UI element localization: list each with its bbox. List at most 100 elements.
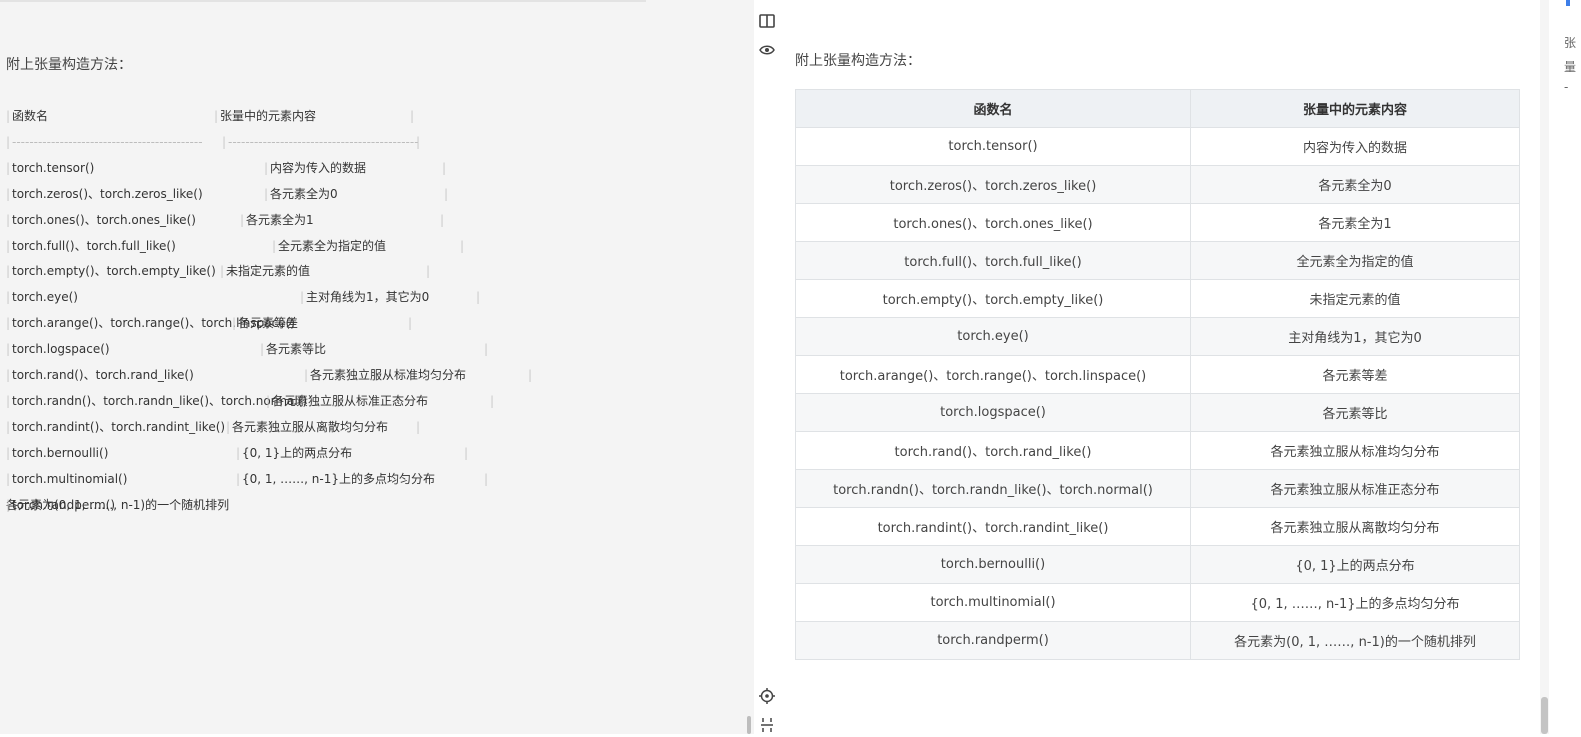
md-cell-function: torch.logspace() bbox=[12, 342, 110, 357]
split-view-icon[interactable] bbox=[758, 12, 776, 30]
md-pipe: | bbox=[232, 316, 237, 331]
md-cell-content: {0, 1}上的两点分布 bbox=[242, 445, 353, 460]
md-cell-content: 各元素独立服从标准正态分布 bbox=[272, 393, 429, 408]
md-row-line[interactable]: | torch.multinomial() | {0, 1, ……, n-1}上的多点… bbox=[6, 470, 746, 488]
md-pipe: | bbox=[426, 264, 431, 279]
md-cell-content: 主对角线为1，其它为0 bbox=[306, 290, 430, 305]
edge-text-1: 张 bbox=[1564, 36, 1577, 50]
md-cell-function: torch.full()、torch.full_like() bbox=[12, 238, 176, 253]
md-pipe: | bbox=[6, 316, 11, 331]
md-pipe: | bbox=[222, 134, 227, 149]
eye-icon[interactable] bbox=[758, 41, 776, 59]
md-pipe: | bbox=[476, 290, 481, 305]
md-pipe: | bbox=[6, 419, 11, 434]
table-row: torch.logspace() 各元素等比 bbox=[795, 393, 1520, 432]
cell-element-content: 各元素为(0, 1, ……, n-1)的一个随机排列 bbox=[1190, 621, 1520, 660]
cell-element-content: 各元素独立服从离散均匀分布 bbox=[1190, 507, 1520, 546]
md-pipe: | bbox=[236, 471, 241, 486]
cell-element-content: 各元素等比 bbox=[1190, 393, 1520, 432]
table-row: torch.full()、torch.full_like() 全元素全为指定的值 bbox=[795, 241, 1520, 280]
edge-text-3: - bbox=[1564, 80, 1569, 94]
md-pipe: | bbox=[220, 264, 225, 279]
md-cell-content: 全元素全为指定的值 bbox=[278, 238, 387, 253]
cell-function-name: torch.tensor() bbox=[795, 127, 1191, 166]
cell-element-content: {0, 1}上的两点分布 bbox=[1190, 545, 1520, 584]
md-row-line[interactable]: | torch.rand()、torch.rand_like() | 各元素独立服从标… bbox=[6, 366, 746, 384]
cell-function-name: torch.randint()、torch.randint_like() bbox=[795, 507, 1191, 546]
md-pipe: | bbox=[6, 186, 11, 201]
right-edge-strip: 张 量 - bbox=[1540, 0, 1581, 734]
md-pipe: | bbox=[6, 368, 11, 382]
cell-function-name: torch.full()、torch.full_like() bbox=[795, 241, 1191, 280]
md-row-line[interactable]: | torch.bernoulli() | {0, 1}上的两点分布 | bbox=[6, 444, 746, 462]
md-cell-content: 未指定元素的值 bbox=[226, 264, 311, 279]
md-row-line[interactable]: | torch.randn()、torch.randn_like()、torch.… bbox=[6, 392, 746, 410]
md-header-line[interactable]: | 函数名 | 张量中的元素内容 | bbox=[6, 107, 746, 125]
md-cell-content: ----------------------------------------… bbox=[228, 134, 419, 149]
cell-function-name: torch.eye() bbox=[795, 317, 1191, 356]
md-cell-content: 张量中的元素内容 bbox=[220, 109, 317, 123]
md-cell-content: 各元素等差 bbox=[238, 316, 299, 331]
md-row-line[interactable]: | torch.tensor() | 内容为传入的数据 | bbox=[6, 159, 746, 177]
md-pipe: | bbox=[304, 368, 309, 382]
md-pipe: | bbox=[6, 342, 11, 357]
preview-heading: 附上张量构造方法： bbox=[795, 53, 921, 69]
md-row-line[interactable]: | torch.randint()、torch.randint_like() | 各元… bbox=[6, 418, 746, 436]
md-pipe: | bbox=[272, 238, 277, 253]
md-row-line[interactable]: | torch.randperm() | 各元素为(0, 1, ……, n-1)的一个… bbox=[6, 496, 746, 514]
cell-function-name: torch.logspace() bbox=[795, 393, 1191, 432]
md-row-line[interactable]: | torch.empty()、torch.empty_like() | 未指定元素的… bbox=[6, 262, 746, 280]
table-row: torch.randperm() 各元素为(0, 1, ……, n-1)的一个随机… bbox=[795, 621, 1520, 660]
md-pipe: | bbox=[484, 342, 489, 357]
md-pipe: | bbox=[440, 212, 445, 227]
align-icon[interactable] bbox=[758, 715, 776, 733]
column-header-content: 张量中的元素内容 bbox=[1190, 89, 1520, 128]
table-row: torch.arange()、torch.range()、torch.linsp… bbox=[795, 355, 1520, 394]
md-pipe: | bbox=[6, 445, 11, 460]
md-pipe: | bbox=[6, 109, 11, 123]
md-cell-function: torch.ones()、torch.ones_like() bbox=[12, 212, 196, 227]
md-row-line[interactable]: | torch.zeros()、torch.zeros_like() | 各元素全为0… bbox=[6, 185, 746, 203]
md-pipe: | bbox=[6, 264, 11, 279]
preview-scrollbar-thumb[interactable] bbox=[1541, 697, 1548, 734]
md-row-line[interactable]: | torch.arange()、torch.range()、torch.lins… bbox=[6, 314, 746, 332]
crosshair-icon[interactable] bbox=[758, 687, 776, 705]
md-cell-function: torch.empty()、torch.empty_like() bbox=[12, 264, 216, 279]
md-pipe: | bbox=[236, 445, 241, 460]
editor-scrollbar[interactable] bbox=[747, 716, 751, 734]
table-row: torch.bernoulli() {0, 1}上的两点分布 bbox=[795, 545, 1520, 584]
md-cell-function: torch.multinomial() bbox=[12, 471, 128, 486]
md-separator-line[interactable]: | ---------------------------------------… bbox=[6, 133, 746, 151]
cell-function-name: torch.randn()、torch.randn_like()、torch.n… bbox=[795, 469, 1191, 508]
md-pipe: | bbox=[416, 419, 421, 434]
md-pipe: | bbox=[260, 342, 265, 357]
md-pipe: | bbox=[264, 160, 269, 175]
preview-scrollbar-track[interactable] bbox=[1540, 0, 1549, 734]
md-pipe: | bbox=[6, 393, 11, 408]
md-row-line[interactable]: | torch.eye() | 主对角线为1，其它为0 | bbox=[6, 288, 746, 306]
table-row: torch.multinomial() {0, 1, ……, n-1}上的多点均匀… bbox=[795, 583, 1520, 622]
md-cell-content: 各元素全为0 bbox=[270, 186, 338, 201]
md-cell-function: torch.randn()、torch.randn_like()、torch.n… bbox=[12, 393, 308, 408]
md-pipe: | bbox=[416, 134, 421, 149]
md-row-line[interactable]: | torch.full()、torch.full_like() | 全元素全为指定的… bbox=[6, 237, 746, 255]
md-pipe: | bbox=[460, 238, 465, 253]
md-pipe: | bbox=[6, 471, 11, 486]
md-cell-function: torch.eye() bbox=[12, 290, 78, 305]
table-row: torch.zeros()、torch.zeros_like() 各元素全为0 bbox=[795, 165, 1520, 204]
column-header-function: 函数名 bbox=[795, 89, 1191, 128]
editor-top-rule bbox=[0, 0, 646, 2]
table-row: torch.ones()、torch.ones_like() 各元素全为1 bbox=[795, 203, 1520, 242]
md-row-line[interactable]: | torch.logspace() | 各元素等比 | bbox=[6, 340, 746, 358]
md-row-line[interactable]: | torch.ones()、torch.ones_like() | 各元素全为1 | bbox=[6, 211, 746, 229]
cell-function-name: torch.zeros()、torch.zeros_like() bbox=[795, 165, 1191, 204]
md-cell-function: torch.zeros()、torch.zeros_like() bbox=[12, 186, 203, 201]
md-pipe: | bbox=[410, 109, 415, 123]
markdown-editor-pane[interactable]: 附上张量构造方法： | 函数名 | 张量中的元素内容 | | ---------------… bbox=[0, 0, 754, 734]
md-pipe: | bbox=[226, 419, 231, 434]
md-pipe: | bbox=[6, 238, 11, 253]
md-pipe: | bbox=[300, 290, 305, 305]
md-cell-function: 函数名 bbox=[12, 109, 49, 123]
cell-function-name: torch.arange()、torch.range()、torch.linsp… bbox=[795, 355, 1191, 394]
table-row: torch.tensor() 内容为传入的数据 bbox=[795, 127, 1520, 166]
